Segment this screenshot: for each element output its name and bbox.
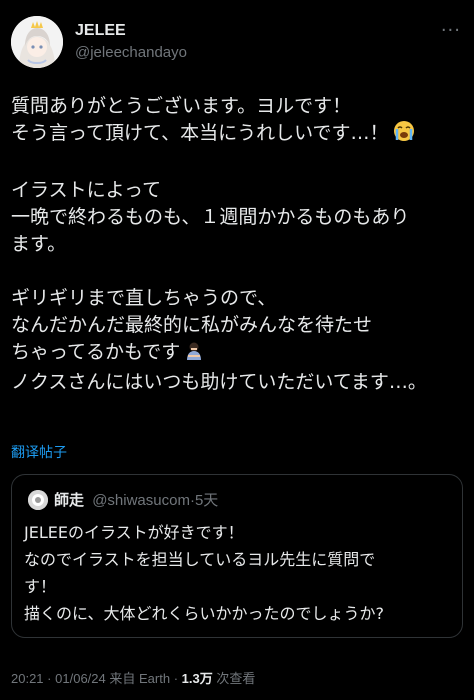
post-line: 質問ありがとうございます。ヨルです！ <box>11 95 352 117</box>
quoted-author-handle[interactable]: @shiwasucom <box>92 492 190 509</box>
meta-separator: · <box>173 671 179 686</box>
post-line-with-emoji: そう言って頂けて、本当にうれしいです…！ <box>11 120 463 150</box>
post-line: 一晩で終わるものも、１週間かかるものもあり <box>11 206 410 228</box>
post-paragraph: イラストによって 一晩で終わるものも、１週間かかるものもあり ます。 <box>11 177 463 258</box>
quoted-author-name[interactable]: 師走 <box>54 492 84 509</box>
author-name[interactable]: JELEE <box>75 22 126 40</box>
author-avatar[interactable] <box>11 16 63 68</box>
post-date[interactable]: 01/06/24 <box>55 671 106 686</box>
author-handle[interactable]: @jeleechandayo <box>75 44 187 61</box>
post-line-text: そう言って頂けて、本当にうれしいです…！ <box>11 122 389 144</box>
loudly-crying-face-icon <box>393 120 415 150</box>
post-line: イラストによって <box>11 179 162 201</box>
quoted-line: 描くのに、大体どれくらいかかったのでしょうか? <box>24 604 385 623</box>
post-source: 来自 Earth <box>109 671 171 686</box>
more-options-icon[interactable]: ··· <box>441 20 461 41</box>
post-line-with-emoji: ちゃってるかもです <box>11 339 463 369</box>
post-header: JELEE @jeleechandayo ··· <box>11 16 463 70</box>
person-bowing-icon <box>184 341 204 369</box>
quoted-post-header: 師走 @shiwasucom·5天 <box>54 489 218 510</box>
quoted-avatar-illustration <box>28 490 48 510</box>
quoted-author-avatar[interactable] <box>28 490 48 510</box>
post-time[interactable]: 20:21 <box>11 671 44 686</box>
post-line-text: ちゃってるかもです <box>11 341 181 363</box>
meta-separator: · <box>47 671 52 686</box>
post-paragraph: 質問ありがとうございます。ヨルです！ そう言って頂けて、本当にうれしいです…！ <box>11 93 463 150</box>
translate-post-link[interactable]: 翻译帖子 <box>11 442 67 462</box>
post-body: 質問ありがとうございます。ヨルです！ そう言って頂けて、本当にうれしいです…！ … <box>11 93 463 396</box>
avatar-illustration <box>11 16 63 68</box>
post-line: なんだかんだ最終的に私がみんなを待たせ <box>11 314 373 336</box>
post-line: ノクスさんにはいつも助けていただいてます…。 <box>11 371 427 393</box>
quoted-line: なのでイラストを担当しているヨル先生に質問で <box>24 550 376 569</box>
post-metadata: 20:21 · 01/06/24 来自 Earth · 1.3万 次查看 <box>11 668 255 687</box>
post-paragraph: ギリギリまで直しちゃうので、 なんだかんだ最終的に私がみんなを待たせ ちゃってる… <box>11 285 463 396</box>
quoted-line: JELEEのイラストが好きです！ <box>24 523 244 542</box>
views-count: 1.3万 <box>181 671 213 686</box>
quoted-post-text: JELEEのイラストが好きです！ なのでイラストを担当しているヨル先生に質問で … <box>24 519 454 627</box>
post-line: ます。 <box>11 233 67 255</box>
views-label: 次查看 <box>216 671 256 686</box>
post-line: ギリギリまで直しちゃうので、 <box>11 287 277 309</box>
quoted-time[interactable]: 5天 <box>195 492 218 509</box>
quoted-post[interactable]: 師走 @shiwasucom·5天 JELEEのイラストが好きです！ なのでイラ… <box>11 474 463 638</box>
quoted-line: す！ <box>24 577 57 596</box>
